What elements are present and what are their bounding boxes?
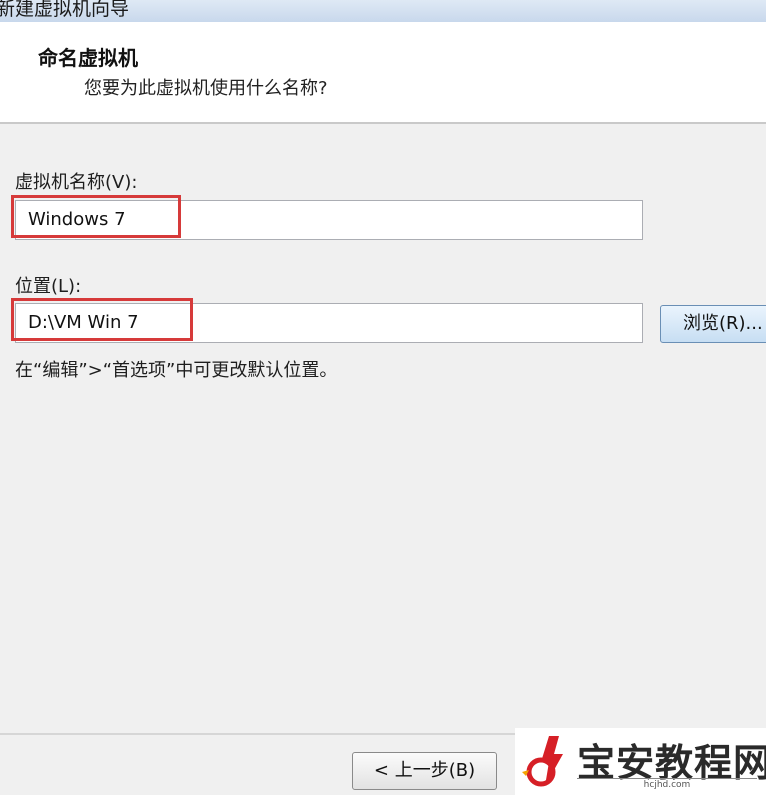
location-label: 位置(L): [15, 276, 82, 297]
vm-name-label: 虚拟机名称(V): [15, 172, 138, 193]
location-input[interactable]: D:\VM Win 7 [15, 303, 643, 343]
watermark-url: hcjhd.com [577, 778, 757, 791]
title-bar: 新建虚拟机向导 [0, 0, 766, 22]
back-button[interactable]: < 上一步(B) [352, 752, 497, 790]
default-location-hint: 在“编辑”>“首选项”中可更改默认位置。 [15, 360, 338, 381]
browse-button[interactable]: 浏览(R)... [660, 305, 766, 343]
page-title: 命名虚拟机 [38, 46, 138, 70]
wizard-header: 命名虚拟机 您要为此虚拟机使用什么名称? [0, 22, 766, 124]
vm-name-input[interactable]: Windows 7 [15, 200, 643, 240]
page-subtitle: 您要为此虚拟机使用什么名称? [84, 78, 328, 99]
watermark: 宝安教程网 hcjhd.com [515, 728, 766, 795]
watermark-logo-icon [522, 736, 563, 787]
window-title: 新建虚拟机向导 [0, 0, 130, 20]
